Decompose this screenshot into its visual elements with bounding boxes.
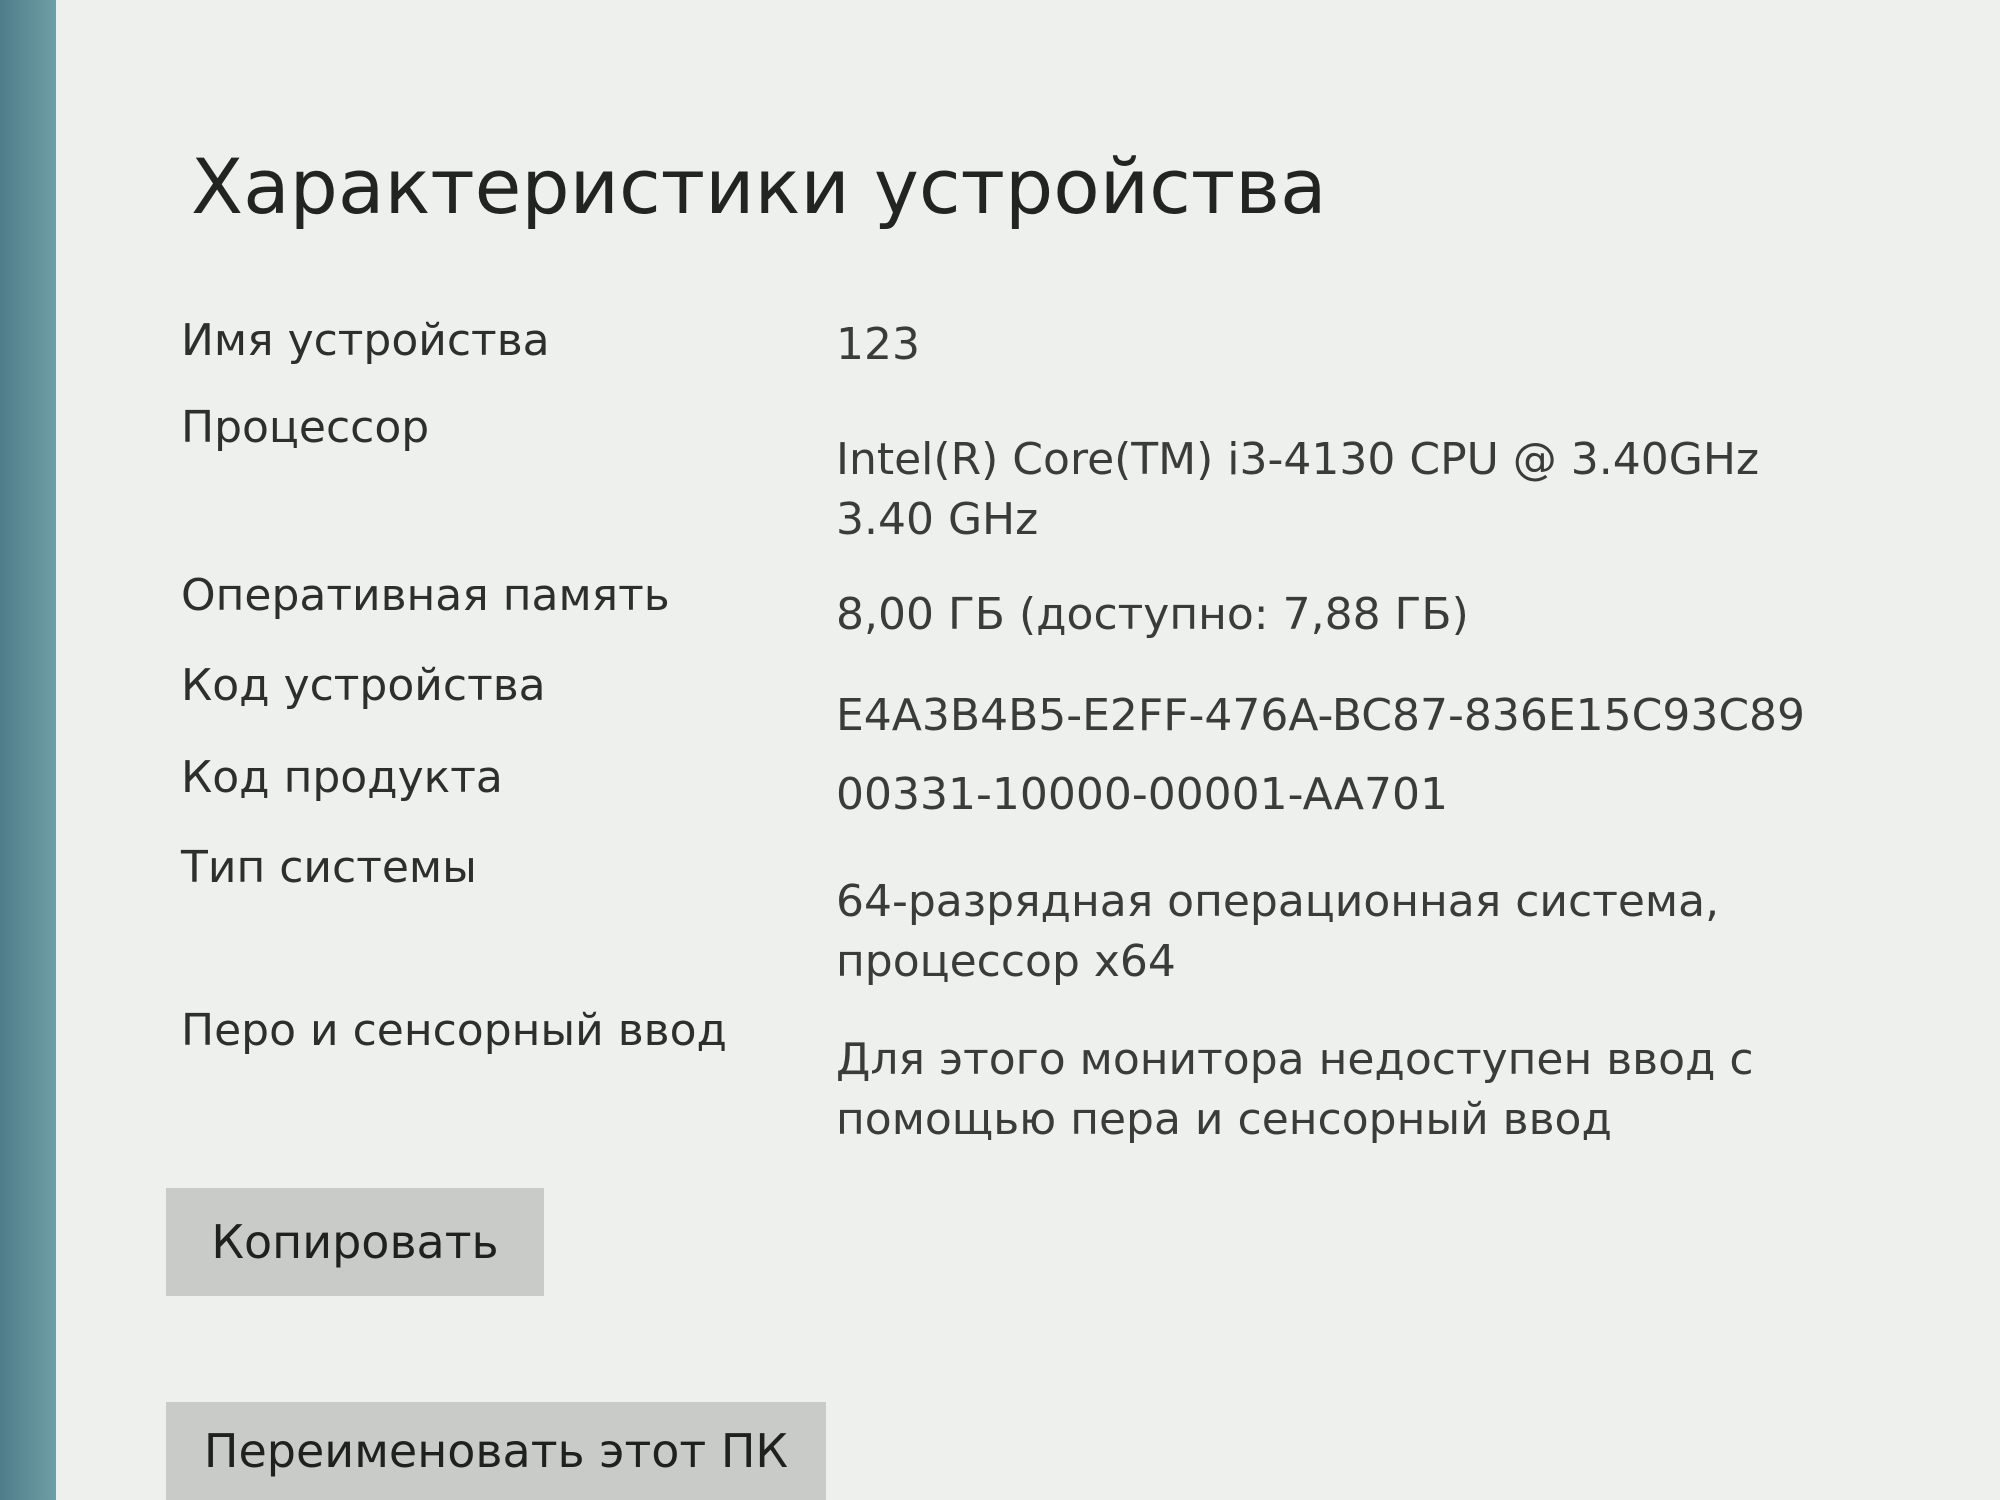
spec-label: Код устройства: [181, 660, 546, 711]
spec-label: Оперативная память: [181, 570, 670, 621]
spec-value: 64-разрядная операционная система, проце…: [836, 876, 1720, 987]
spec-label: Тип системы: [181, 842, 477, 893]
spec-label: Имя устройства: [181, 315, 550, 366]
spec-value: Intel(R) Core(TM) i3-4130 CPU @ 3.40GHz …: [836, 434, 1760, 545]
spec-value: E4A3B4B5-E2FF-476A-BC87-836E15C93C89: [836, 690, 1806, 741]
device-specifications-panel: Характеристики устройства Имя устройства…: [56, 0, 2000, 1500]
spec-label: Код продукта: [181, 752, 503, 803]
rename-pc-button[interactable]: Переименовать этот ПК: [166, 1402, 826, 1500]
spec-label: Перо и сенсорный ввод: [181, 1005, 727, 1056]
spec-value: 00331-10000-00001-AA701: [836, 769, 1448, 820]
window-left-edge: [0, 0, 56, 1500]
copy-button[interactable]: Копировать: [166, 1188, 544, 1296]
spec-label: Процессор: [181, 402, 430, 453]
spec-value: 123: [836, 319, 920, 370]
spec-value: 8,00 ГБ (доступно: 7,88 ГБ): [836, 589, 1469, 640]
section-title: Характеристики устройства: [191, 142, 1327, 231]
spec-value: Для этого монитора недоступен ввод с пом…: [836, 1034, 1754, 1145]
